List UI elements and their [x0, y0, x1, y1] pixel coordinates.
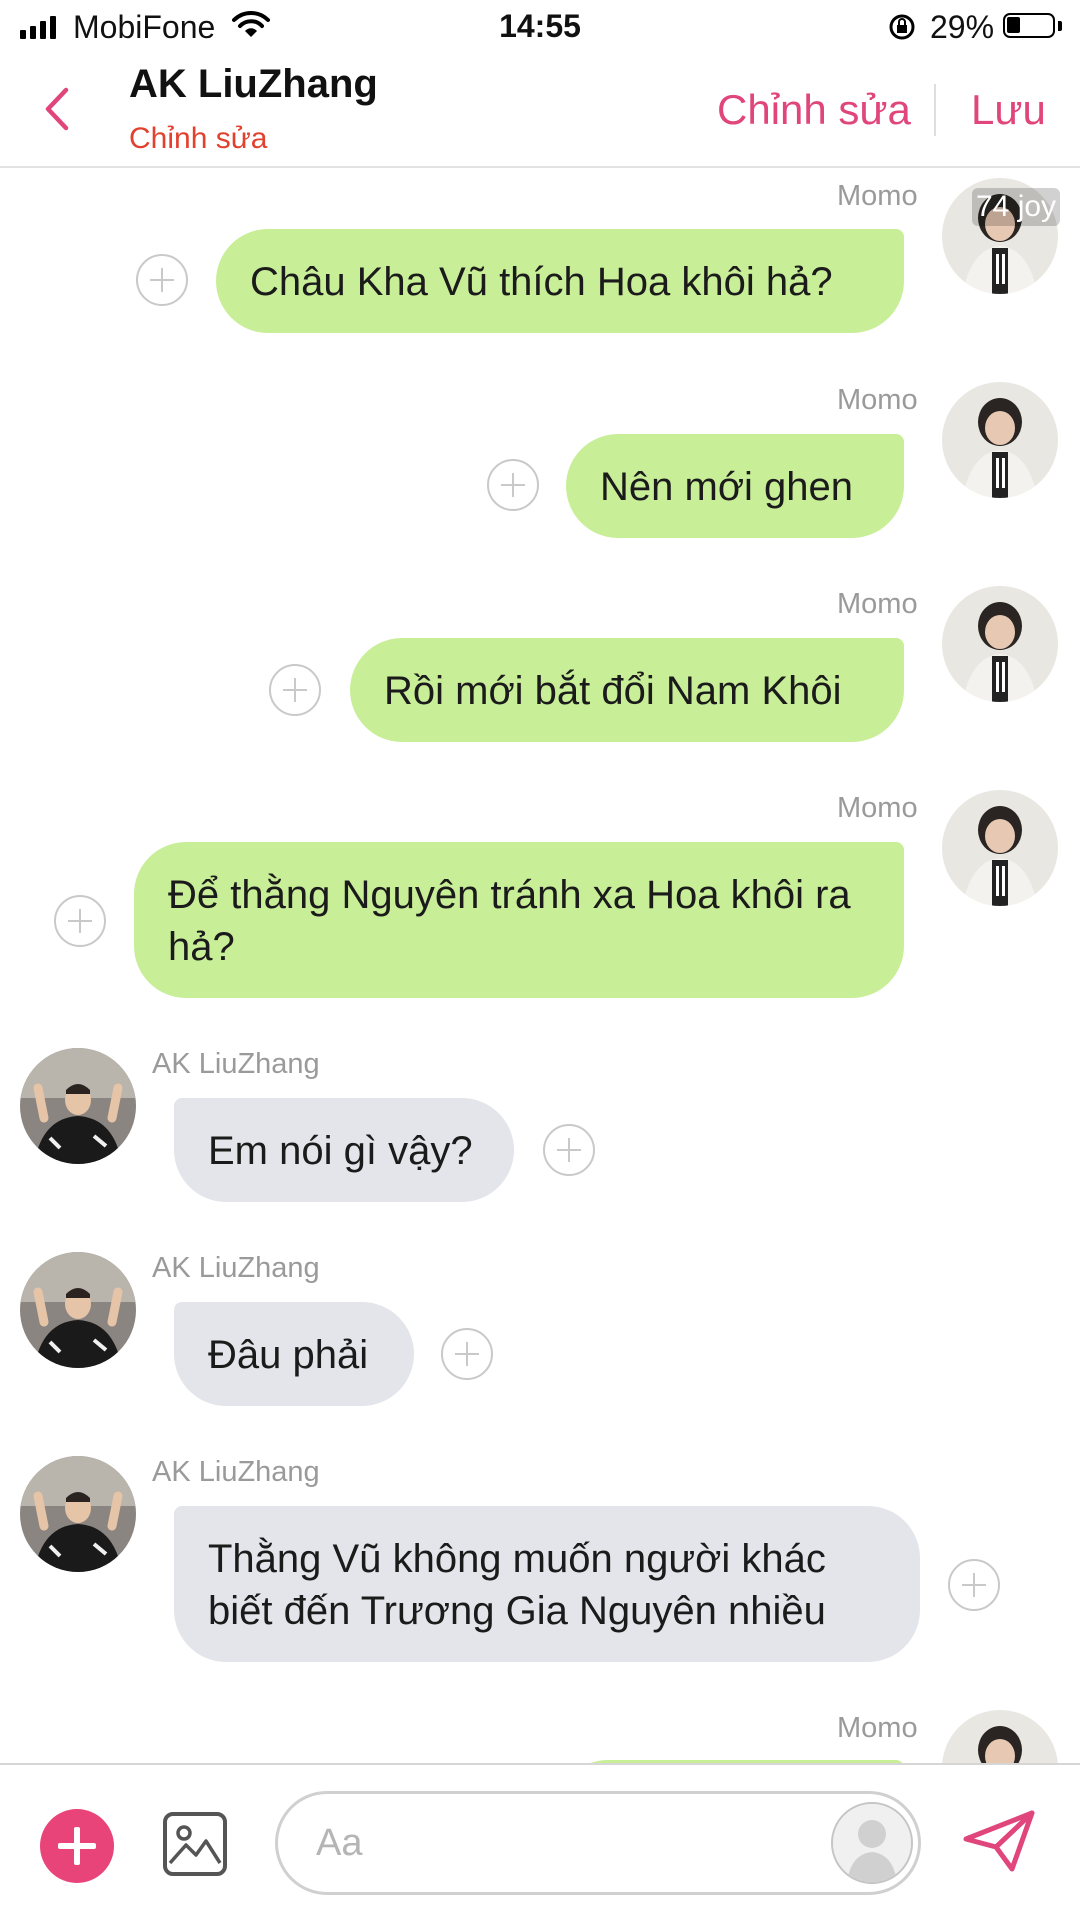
avatar-ak-liuzhang[interactable]	[20, 1048, 136, 1164]
save-button[interactable]: Lưu	[971, 86, 1046, 134]
battery-icon	[1003, 13, 1055, 38]
avatar-momo[interactable]	[942, 586, 1058, 702]
message-bubble-in[interactable]: Em nói gì vậy?	[174, 1098, 514, 1202]
sender-name: Momo	[837, 180, 918, 212]
message-input-wrapper	[275, 1791, 921, 1895]
header-divider	[934, 84, 936, 136]
add-plus-icon[interactable]	[40, 1809, 114, 1883]
message-bubble-out[interactable]: Châu Kha Vũ thích Hoa khôi hả?	[216, 229, 904, 333]
message-bubble-in[interactable]: Thằng Vũ không muốn người khác biết đến …	[174, 1506, 920, 1662]
sender-name: Momo	[837, 1712, 918, 1744]
battery-percent: 29%	[930, 9, 995, 45]
chat-header: AK LiuZhang Chỉnh sửa Chỉnh sửa Lưu	[0, 56, 1080, 168]
sender-name: AK LiuZhang	[152, 1456, 320, 1488]
message-bubble-out[interactable]: Rồi mới bắt đổi Nam Khôi	[350, 638, 904, 742]
edit-button[interactable]: Chỉnh sửa	[717, 86, 911, 134]
message-bubble-in[interactable]: Đâu phải	[174, 1302, 414, 1406]
sender-name: AK LiuZhang	[152, 1048, 320, 1080]
send-icon[interactable]	[962, 1809, 1036, 1878]
composer-bar	[0, 1763, 1080, 1922]
plus-circle-icon[interactable]	[441, 1328, 493, 1380]
avatar-momo[interactable]	[942, 1710, 1058, 1763]
sender-name: AK LiuZhang	[152, 1252, 320, 1284]
watermark-label: 74 joy	[972, 188, 1061, 226]
battery-tip	[1058, 21, 1062, 31]
image-icon[interactable]	[162, 1811, 228, 1882]
plus-circle-icon[interactable]	[487, 459, 539, 511]
plus-circle-icon[interactable]	[269, 664, 321, 716]
sender-name: Momo	[837, 792, 918, 824]
message-input[interactable]	[314, 1812, 738, 1874]
plus-circle-icon[interactable]	[54, 895, 106, 947]
plus-circle-icon[interactable]	[543, 1124, 595, 1176]
sender-avatar-toggle[interactable]	[831, 1802, 913, 1884]
rotation-lock-icon	[887, 12, 917, 47]
avatar-ak-liuzhang[interactable]	[20, 1252, 136, 1368]
avatar-ak-liuzhang[interactable]	[20, 1456, 136, 1572]
back-chevron-icon[interactable]	[42, 86, 72, 137]
sender-name: Momo	[837, 384, 918, 416]
chat-subtitle[interactable]: Chỉnh sửa	[129, 122, 268, 156]
avatar-momo[interactable]	[942, 382, 1058, 498]
chat-area[interactable]: Momo 74 joy Châu Kha Vũ thích Hoa khôi h…	[0, 168, 1080, 1763]
status-bar: MobiFone 14:55 29%	[0, 0, 1080, 56]
message-bubble-out[interactable]: Để thằng Nguyên tránh xa Hoa khôi ra hả?	[134, 842, 904, 998]
plus-circle-icon[interactable]	[136, 254, 188, 306]
avatar-momo[interactable]	[942, 790, 1058, 906]
message-bubble-out[interactable]: Nên mới ghen	[566, 434, 904, 538]
plus-circle-icon[interactable]	[948, 1559, 1000, 1611]
chat-title: AK LiuZhang	[129, 62, 378, 106]
sender-name: Momo	[837, 588, 918, 620]
clock: 14:55	[499, 8, 581, 44]
